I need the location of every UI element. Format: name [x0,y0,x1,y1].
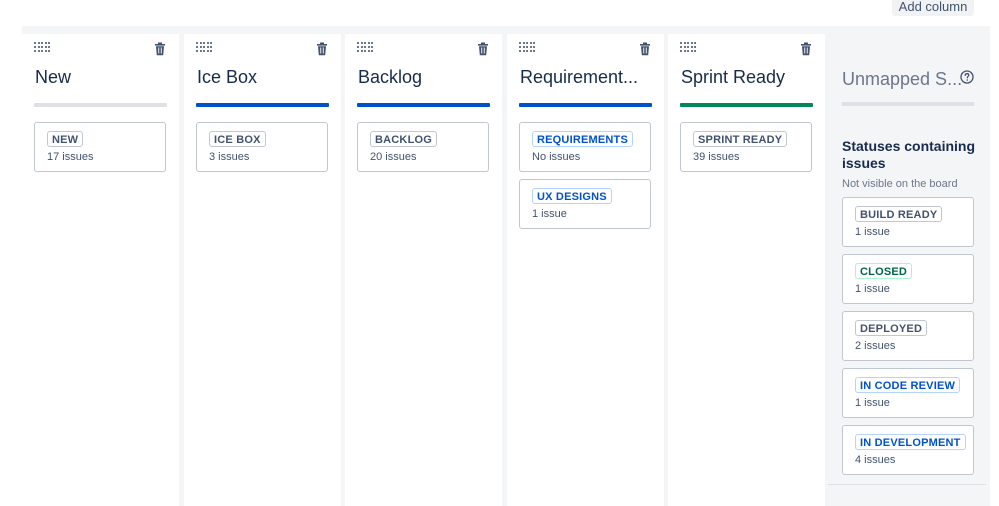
column-color-bar [34,103,167,107]
status-card[interactable]: IN CODE REVIEW 1 issue [842,368,974,418]
add-column-button[interactable]: Add column [892,0,974,16]
status-card[interactable]: BACKLOG 20 issues [357,122,489,172]
status-card[interactable]: SPRINT READY 39 issues [680,122,812,172]
status-lozenge: SPRINT READY [693,131,788,147]
status-issue-count: 1 issue [532,208,567,220]
status-lozenge: BUILD READY [855,206,943,222]
trash-icon[interactable] [316,42,328,56]
status-lozenge: DEPLOYED [855,320,928,336]
status-lozenge: BACKLOG [370,131,438,147]
column-color-bar [357,103,490,107]
unmapped-section-subtitle: Not visible on the board [842,178,958,190]
column-title[interactable]: Sprint Ready [681,67,816,88]
status-issue-count: 17 issues [47,151,94,163]
drag-handle-icon[interactable] [519,42,535,52]
board-column: New NEW 17 issues [22,34,179,506]
drag-handle-icon[interactable] [680,42,696,52]
drag-handle-icon[interactable] [357,42,373,52]
status-lozenge: REQUIREMENTS [532,131,634,147]
drag-handle-icon[interactable] [34,42,50,52]
board-column: Sprint Ready SPRINT READY 39 issues [668,34,825,506]
status-issue-count: 20 issues [370,151,417,163]
status-card[interactable]: BUILD READY 1 issue [842,197,974,247]
board-column: Ice Box ICE BOX 3 issues [184,34,341,506]
column-title[interactable]: New [35,67,170,88]
trash-icon[interactable] [154,42,166,56]
status-card[interactable]: UX DESIGNS 1 issue [519,179,651,229]
status-card[interactable]: DEPLOYED 2 issues [842,311,974,361]
column-title[interactable]: Requirement... [520,67,655,88]
status-issue-count: 1 issue [855,226,890,238]
help-icon[interactable] [960,70,974,84]
trash-icon[interactable] [477,42,489,56]
unmapped-column-title: Unmapped S... [842,69,963,89]
status-lozenge: NEW [47,131,84,147]
unmapped-column-bar [842,102,974,106]
status-card[interactable]: ICE BOX 3 issues [196,122,328,172]
status-issue-count: 1 issue [855,397,890,409]
status-card[interactable]: REQUIREMENTS No issues [519,122,651,172]
trash-icon[interactable] [800,42,812,56]
unmapped-statuses-column: Unmapped S... Statuses containing issues… [828,34,986,485]
status-issue-count: 1 issue [855,283,890,295]
status-issue-count: 4 issues [855,454,896,466]
status-issue-count: 39 issues [693,151,740,163]
column-color-bar [196,103,329,107]
status-card[interactable]: IN DEVELOPMENT 4 issues [842,425,974,475]
status-issue-count: 2 issues [855,340,896,352]
trash-icon[interactable] [639,42,651,56]
status-issue-count: No issues [532,151,581,163]
status-issue-count: 3 issues [209,151,250,163]
status-lozenge: ICE BOX [209,131,266,147]
status-lozenge: IN CODE REVIEW [855,377,961,393]
status-lozenge: CLOSED [855,263,913,279]
column-title[interactable]: Backlog [358,67,493,88]
board-column: Backlog BACKLOG 20 issues [345,34,502,506]
column-color-bar [680,103,813,107]
status-card[interactable]: CLOSED 1 issue [842,254,974,304]
column-title[interactable]: Ice Box [197,67,332,88]
board-column: Requirement... REQUIREMENTS No issues UX DE… [507,34,664,506]
unmapped-section-title: Statuses containing issues [842,138,976,171]
drag-handle-icon[interactable] [196,42,212,52]
status-lozenge: UX DESIGNS [532,188,612,204]
status-lozenge: IN DEVELOPMENT [855,434,966,450]
status-card[interactable]: NEW 17 issues [34,122,166,172]
column-color-bar [519,103,652,107]
